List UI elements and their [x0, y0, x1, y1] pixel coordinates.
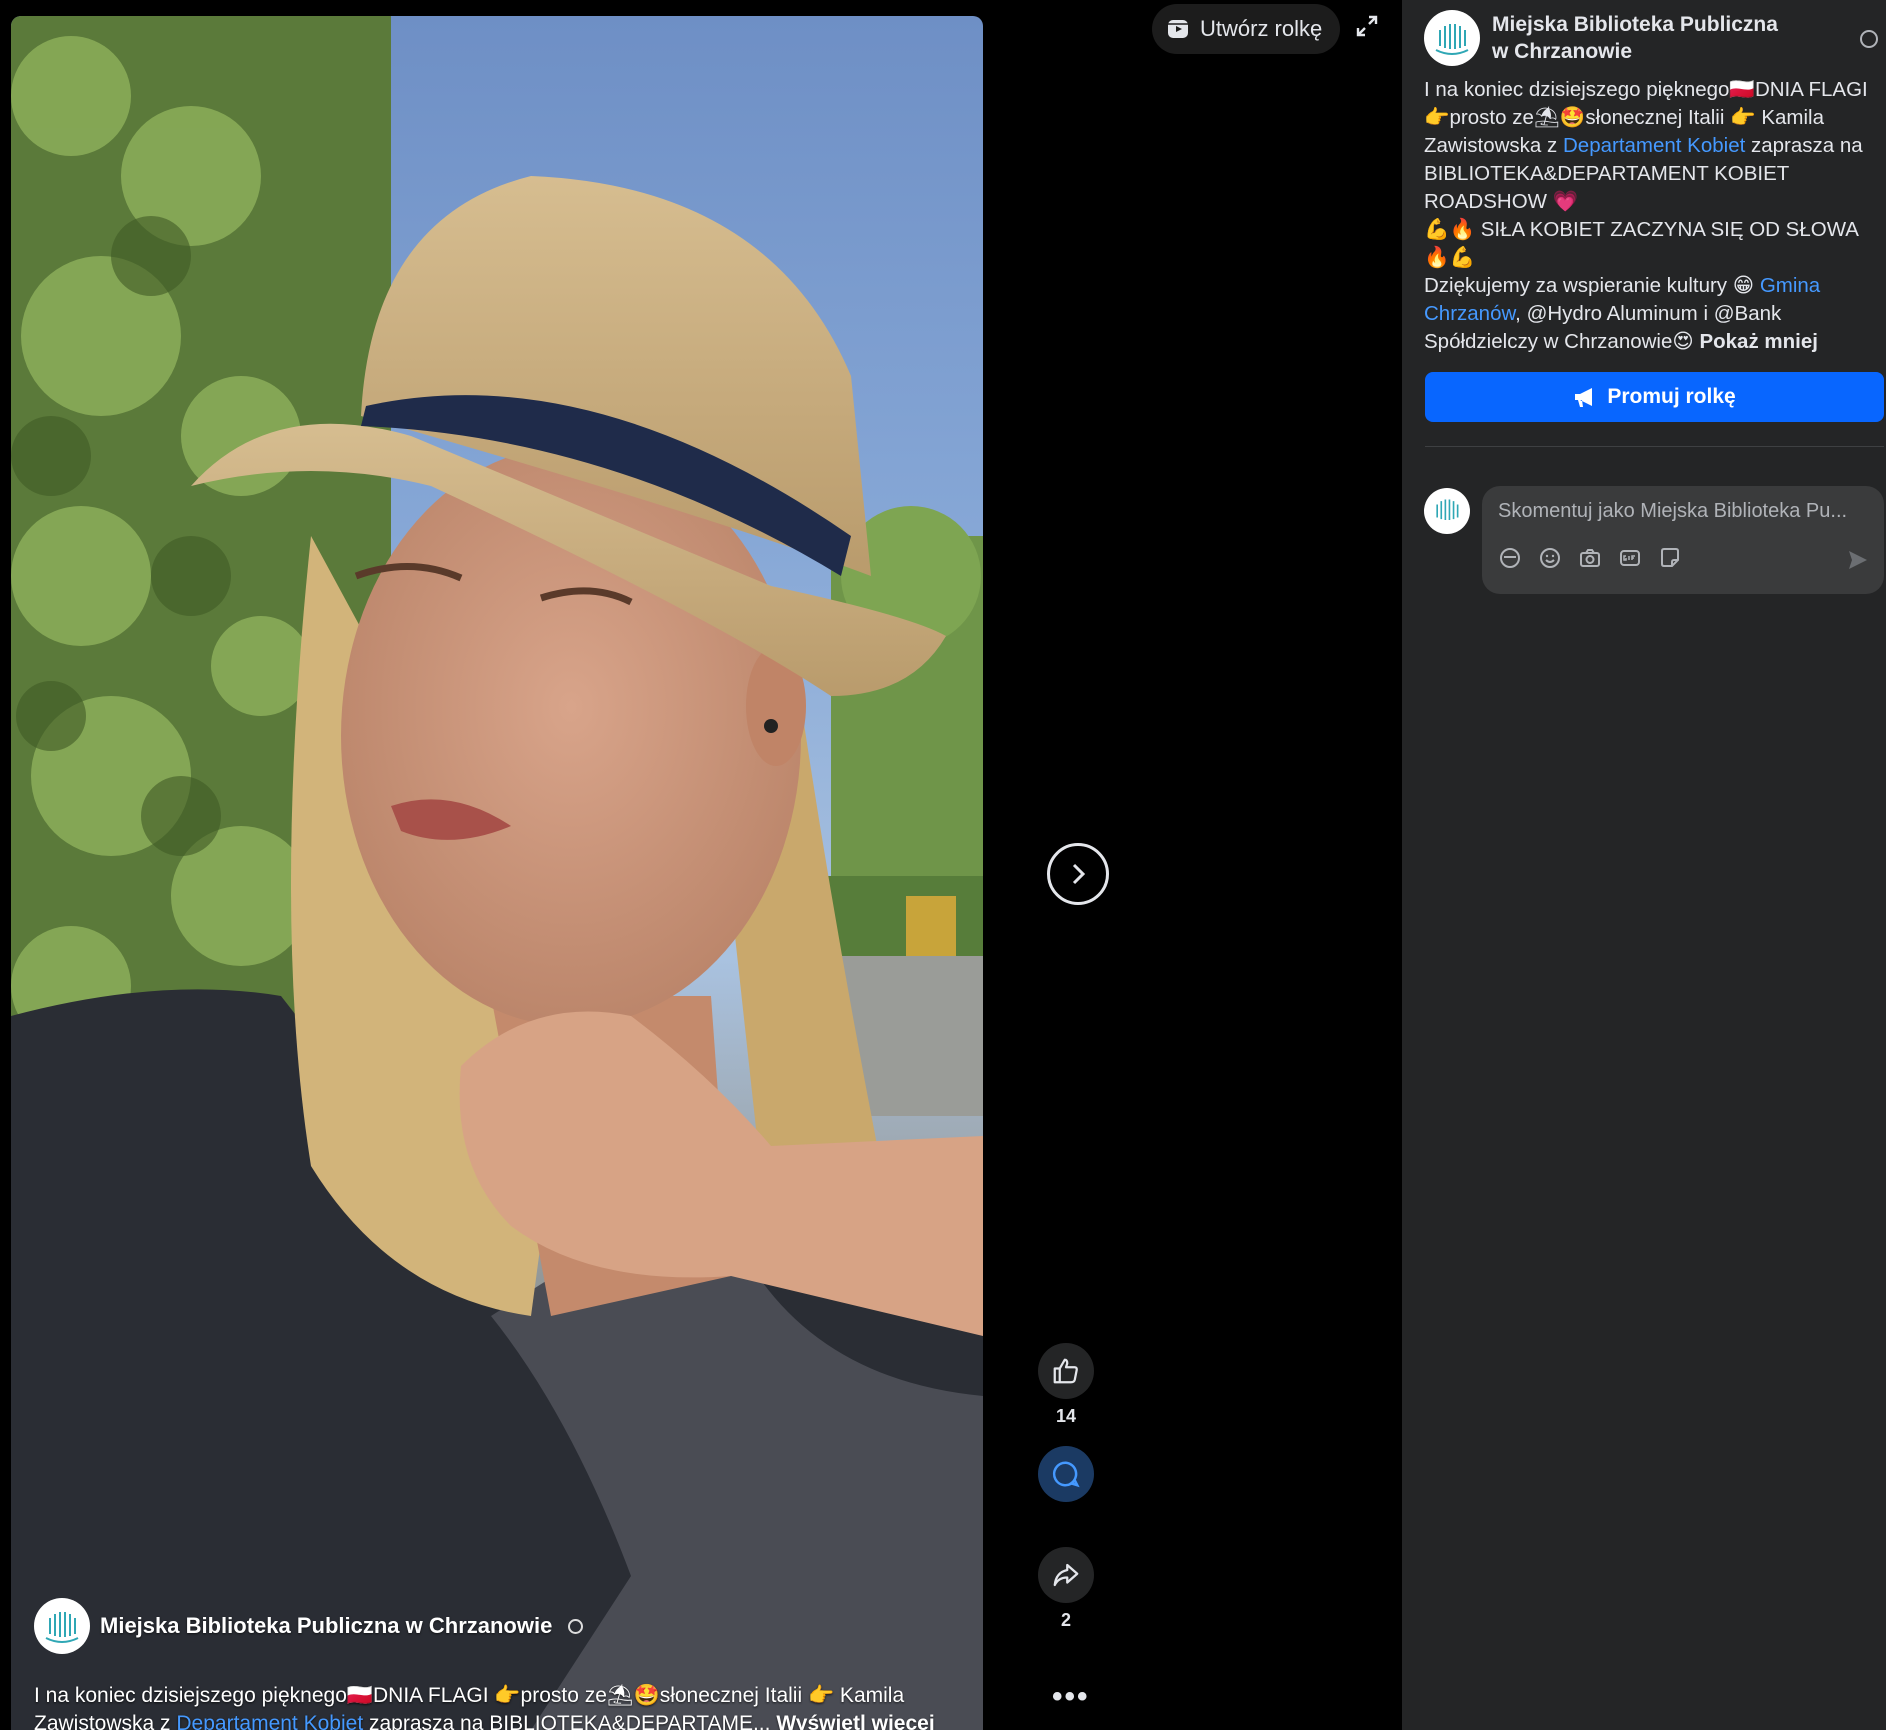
avatar-sticker-icon[interactable] — [1498, 546, 1522, 570]
comment-button[interactable] — [1038, 1446, 1094, 1502]
promote-label: Promuj rolkę — [1607, 385, 1736, 408]
post-text-line-2: 💪🔥 SIŁA KOBIET ZACZYNA SIĘ OD SŁOWA 🔥💪 — [1424, 218, 1858, 269]
post-author-avatar[interactable] — [1424, 10, 1480, 66]
public-globe-icon — [1860, 30, 1878, 48]
reel-video[interactable]: Miejska Biblioteka Publiczna w Chrzanowi… — [11, 16, 983, 1730]
chevron-right-icon — [1072, 863, 1086, 885]
post-author-name[interactable]: Miejska Biblioteka Publiczna w Chrzanowi… — [1492, 11, 1792, 65]
like-button[interactable] — [1038, 1343, 1094, 1399]
see-more-link[interactable]: Wyświetl więcej — [776, 1712, 934, 1730]
departament-kobiet-link[interactable]: Departament Kobiet — [1563, 134, 1745, 157]
sticker-icon[interactable] — [1658, 546, 1682, 570]
caption-line-2: Zawistowska z — [34, 1712, 177, 1730]
emoji-icon[interactable] — [1538, 546, 1562, 570]
megaphone-icon — [1575, 388, 1593, 407]
public-globe-icon — [568, 1618, 584, 1634]
post-text-line-3: Dziękujemy za wspieranie kultury 😁 — [1424, 274, 1760, 297]
more-options-icon[interactable]: ••• — [1052, 1680, 1090, 1714]
post-panel: Miejska Biblioteka Publiczna w Chrzanowi… — [1402, 0, 1886, 1730]
thumbs-up-icon — [1053, 1358, 1078, 1384]
reel-icon — [1168, 20, 1188, 38]
fullscreen-icon[interactable] — [1355, 14, 1379, 38]
share-icon — [1053, 1563, 1079, 1587]
create-reel-label: Utwórz rolkę — [1200, 16, 1323, 41]
caption-departament-link[interactable]: Departament Kobiet — [176, 1712, 363, 1730]
camera-icon[interactable] — [1578, 546, 1602, 570]
gif-icon[interactable] — [1618, 546, 1642, 570]
promote-reel-button[interactable]: Promuj rolkę — [1425, 372, 1884, 422]
video-author[interactable]: Miejska Biblioteka Publiczna w Chrzanowi… — [34, 1598, 584, 1654]
like-count: 14 — [1055, 1406, 1077, 1426]
video-frame-image — [11, 16, 983, 1730]
comment-input[interactable]: Skomentuj jako Miejska Biblioteka Pu... — [1482, 486, 1884, 594]
library-logo-icon — [45, 1612, 79, 1643]
next-reel-button[interactable] — [1047, 843, 1109, 905]
author-avatar[interactable] — [34, 1598, 90, 1654]
library-logo-icon — [1436, 499, 1459, 520]
caption-line-1: I na koniec dzisiejszego pięknego🇵🇱DNIA … — [34, 1684, 905, 1707]
divider — [1425, 446, 1884, 447]
send-icon[interactable] — [1846, 548, 1870, 572]
comment-icon — [1052, 1461, 1080, 1488]
commenter-avatar[interactable] — [1424, 488, 1470, 534]
share-button[interactable] — [1038, 1547, 1094, 1603]
comment-tools — [1498, 546, 1682, 570]
video-caption: I na koniec dzisiejszego pięknego🇵🇱DNIA … — [34, 1682, 964, 1730]
video-author-name[interactable]: Miejska Biblioteka Publiczna w Chrzanowi… — [100, 1613, 552, 1639]
library-logo-icon — [1435, 24, 1469, 55]
post-text: I na koniec dzisiejszego pięknego🇵🇱DNIA … — [1424, 76, 1884, 356]
create-reel-button[interactable]: Utwórz rolkę — [1152, 4, 1341, 54]
share-count: 2 — [1060, 1610, 1071, 1630]
caption-line-2-rest: zaprasza na BIBLIOTEKA&DEPARTAME... — [363, 1712, 771, 1730]
post-header: Miejska Biblioteka Publiczna w Chrzanowi… — [1424, 10, 1792, 66]
comment-placeholder: Skomentuj jako Miejska Biblioteka Pu... — [1498, 500, 1848, 522]
show-less-link[interactable]: Pokaż mniej — [1699, 330, 1818, 353]
